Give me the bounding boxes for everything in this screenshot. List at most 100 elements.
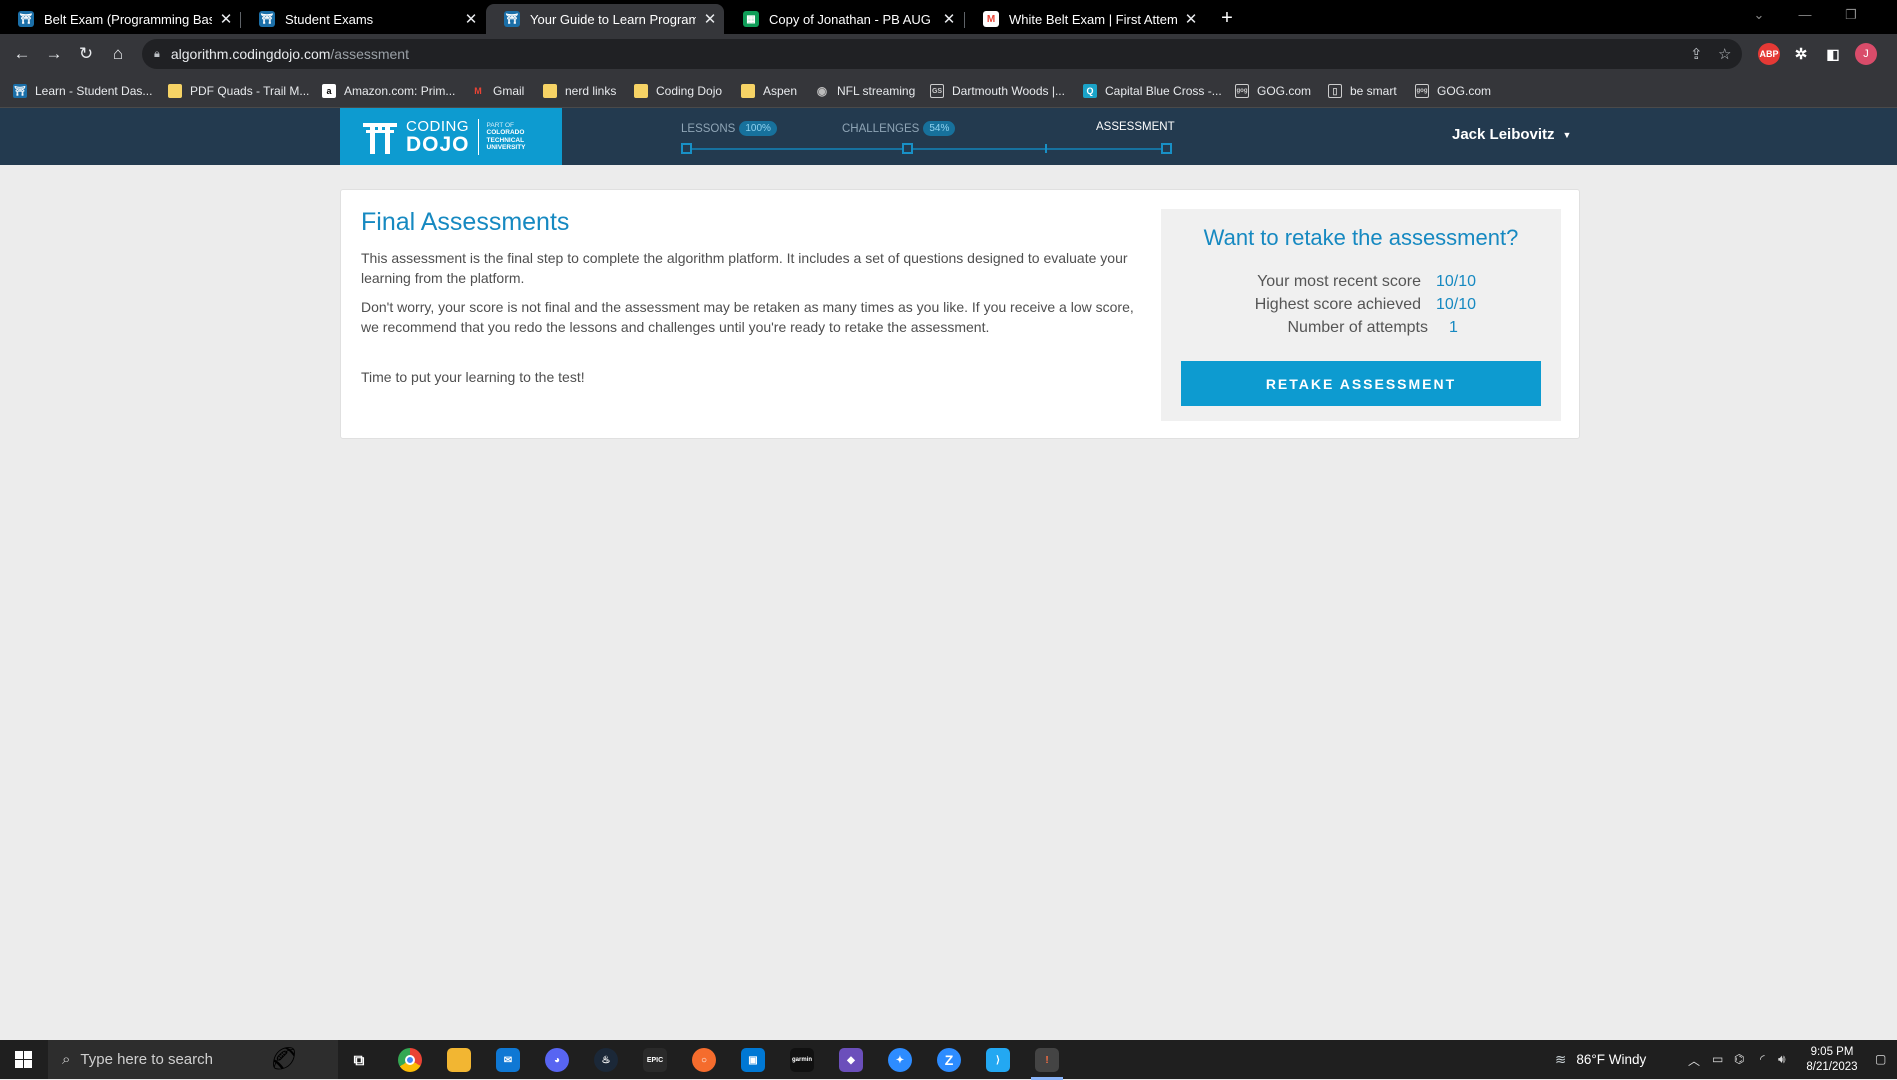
browser-toolbar: ← → ↻ ⌂ 🔒︎ algorithm.codingdojo.com/asse… — [0, 34, 1897, 74]
progress-node-lessons[interactable] — [681, 143, 692, 154]
reload-icon[interactable]: ↻ — [72, 40, 100, 68]
forward-icon[interactable]: → — [40, 40, 68, 68]
bookmark-capital-blue[interactable]: Q Capital Blue Cross -... — [1083, 74, 1222, 108]
tab-search-icon[interactable]: ⌄ — [1736, 0, 1782, 30]
garmin-icon[interactable]: garmin — [790, 1048, 814, 1072]
progress-node-challenges[interactable] — [902, 143, 913, 154]
epic-games-icon[interactable]: EPIC — [643, 1048, 667, 1072]
mail-icon[interactable]: ✉ — [496, 1048, 520, 1072]
notifications-icon[interactable]: ▢ — [1875, 1052, 1886, 1066]
windows-taskbar: ⌕ Type here to search 🏈︎ ⧉ ✉ ◕ ♨ EPIC ○ … — [0, 1040, 1897, 1080]
bookmark-aspen[interactable]: Aspen — [741, 74, 797, 108]
browser-chrome: ⛩ Belt Exam (Programming Basics) ✕ ⛩ Stu… — [0, 0, 1897, 108]
adblock-icon[interactable]: ABP — [1758, 43, 1780, 65]
bookmark-star-icon[interactable]: ☆ — [1718, 45, 1731, 63]
origin-icon[interactable]: ○ — [692, 1048, 716, 1072]
page-title: Final Assessments — [361, 208, 570, 236]
bookmark-nerd-links[interactable]: nerd links — [543, 74, 616, 108]
close-icon[interactable]: ✕ — [696, 10, 724, 28]
bookmark-amazon[interactable]: a Amazon.com: Prim... — [322, 74, 455, 108]
tab-gmail-belt[interactable]: M White Belt Exam | First Attempt | ✕ — [965, 4, 1205, 34]
gog-icon: gog — [1235, 84, 1249, 98]
tab-sheets-copy[interactable]: ▦ Copy of Jonathan - PB AUG 2023 ✕ — [725, 4, 963, 34]
folder-icon — [634, 84, 648, 98]
bookmark-coding-dojo[interactable]: Coding Dojo — [634, 74, 722, 108]
codingdojo-icon: ⛩ — [18, 11, 34, 27]
bookmark-gog-2[interactable]: gog GOG.com — [1415, 74, 1491, 108]
lessons-badge: 100% — [739, 121, 777, 136]
bookmark-gmail[interactable]: M Gmail — [471, 74, 524, 108]
app-icon[interactable]: ✦ — [888, 1048, 912, 1072]
codingdojo-icon: ⛩ — [504, 11, 520, 27]
start-button[interactable] — [0, 1040, 46, 1079]
close-icon[interactable]: ✕ — [935, 10, 963, 28]
bookmark-learn[interactable]: ⛩ Learn - Student Das... — [13, 74, 152, 108]
restore-icon[interactable]: ❐ — [1828, 0, 1874, 30]
taskbar-search[interactable]: ⌕ Type here to search 🏈︎ — [48, 1040, 338, 1079]
intro-paragraph: This assessment is the final step to com… — [361, 250, 1128, 286]
progress-node-assessment[interactable] — [1161, 143, 1172, 154]
site-icon: ▯ — [1328, 84, 1342, 98]
meet-icon[interactable]: ▭ — [1712, 1052, 1723, 1066]
globe-icon: ◉ — [816, 84, 828, 98]
retake-heading: Want to retake the assessment? — [1203, 225, 1519, 250]
coding-dojo-logo[interactable]: CODING DOJO PART OF COLORADO TECHNICAL U… — [340, 108, 562, 165]
task-view-icon[interactable]: ⧉ — [347, 1048, 371, 1072]
chevron-up-icon[interactable]: ︿ — [1688, 1052, 1700, 1069]
url-text[interactable]: algorithm.codingdojo.com/assessment — [171, 46, 409, 62]
new-tab-button[interactable]: + — [1212, 4, 1242, 32]
bookmark-nfl[interactable]: ◉ NFL streaming — [815, 74, 916, 108]
tab-guide-active[interactable]: ⛩ Your Guide to Learn Programmin ✕ — [486, 4, 724, 34]
site-icon: GS — [930, 84, 944, 98]
home-icon[interactable]: ⌂ — [104, 40, 132, 68]
folder-icon — [543, 84, 557, 98]
bookmark-be-smart[interactable]: ▯ be smart — [1328, 74, 1397, 108]
bookmark-dartmouth[interactable]: GS Dartmouth Woods |... — [930, 74, 1065, 108]
progress-challenges[interactable]: CHALLENGES 54% — [842, 121, 956, 136]
tab-strip: ⛩ Belt Exam (Programming Basics) ✕ ⛩ Stu… — [0, 0, 1897, 34]
app-icon[interactable]: ◆ — [839, 1048, 863, 1072]
system-clock[interactable]: 9:05 PM 8/21/2023 — [1796, 1045, 1868, 1075]
weather-widget[interactable]: ≋ 86°F Windy — [1555, 1040, 1646, 1079]
discord-icon[interactable]: ◕ — [545, 1048, 569, 1072]
assessment-card: Final Assessments This assessment is the… — [340, 189, 1580, 439]
progress-assessment[interactable]: ASSESSMENT — [1096, 121, 1175, 133]
store-icon[interactable]: ▣ — [741, 1048, 765, 1072]
side-panel-icon[interactable]: ◧ — [1822, 43, 1844, 65]
tab-belt-exam[interactable]: ⛩ Belt Exam (Programming Basics) ✕ — [0, 4, 240, 34]
steam-icon[interactable]: ♨ — [594, 1048, 618, 1072]
codingdojo-icon: ⛩ — [259, 11, 275, 27]
sheets-icon: ▦ — [743, 11, 759, 27]
file-explorer-icon[interactable] — [447, 1048, 471, 1072]
search-icon: ⌕ — [62, 1051, 71, 1068]
gmail-icon: M — [983, 11, 999, 27]
address-bar[interactable]: 🔒︎ algorithm.codingdojo.com/assessment ⇪… — [142, 39, 1742, 69]
bookmark-gog-1[interactable]: gog GOG.com — [1235, 74, 1311, 108]
retake-assessment-button[interactable]: RETAKE ASSESSMENT — [1181, 361, 1541, 406]
bookmark-pdf-quads[interactable]: PDF Quads - Trail M... — [168, 74, 309, 108]
wifi-icon[interactable]: ◜ — [1760, 1052, 1765, 1066]
close-icon[interactable]: ✕ — [1177, 10, 1205, 28]
close-icon[interactable]: ✕ — [457, 10, 485, 28]
logo-divider — [477, 118, 479, 155]
user-menu[interactable]: Jack Leibovitz ▼ — [1452, 126, 1571, 143]
progress-lessons[interactable]: LESSONS 100% — [681, 121, 777, 136]
share-icon[interactable]: ⇪ — [1690, 45, 1703, 63]
logo-wordmark: CODING DOJO — [406, 117, 470, 156]
active-app-icon[interactable]: ! — [1031, 1048, 1063, 1080]
minimize-icon[interactable]: — — [1782, 0, 1828, 30]
codingdojo-icon: ⛩ — [13, 84, 27, 98]
tab-student-exams[interactable]: ⛩ Student Exams ✕ — [241, 4, 485, 34]
chrome-icon[interactable] — [398, 1048, 422, 1072]
volume-icon[interactable]: 🔊︎ — [1778, 1052, 1786, 1067]
back-icon[interactable]: ← — [8, 40, 36, 68]
extensions-icon[interactable]: ✲ — [1790, 43, 1812, 65]
progress-track — [686, 148, 1166, 150]
profile-avatar[interactable]: J — [1855, 43, 1877, 65]
network-icon[interactable]: ⌬ — [1734, 1052, 1744, 1066]
vscode-icon[interactable]: ⟩ — [986, 1048, 1010, 1072]
zoom-icon[interactable]: Z — [937, 1048, 961, 1072]
amazon-icon: a — [322, 84, 336, 98]
doc-icon — [168, 84, 182, 98]
close-icon[interactable]: ✕ — [212, 10, 240, 28]
